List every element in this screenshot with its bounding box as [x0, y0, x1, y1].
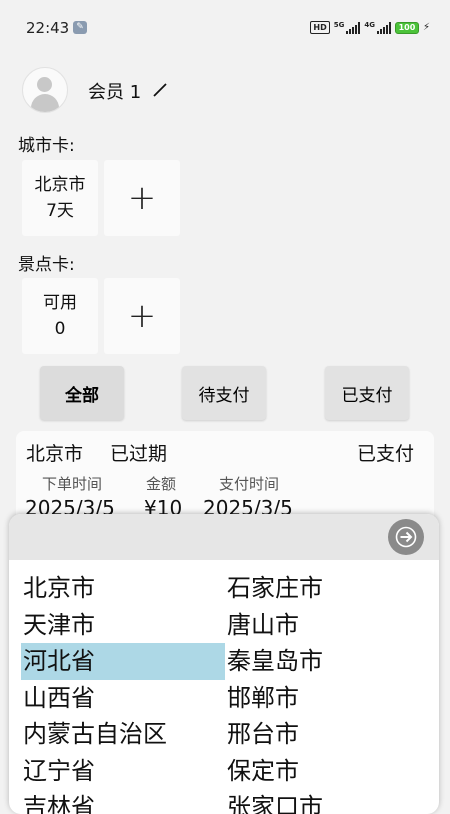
signal-icon	[346, 21, 361, 34]
confirm-arrow-button[interactable]	[388, 519, 424, 555]
member-name: 会员 1	[88, 82, 142, 103]
picker-toolbar	[9, 514, 439, 560]
city-item[interactable]: 邯郸市	[225, 680, 429, 717]
city-list: 石家庄市 唐山市 秦皇岛市 邯郸市 邢台市 保定市 张家口市	[225, 570, 429, 814]
wrench-icon: ✎	[73, 21, 87, 34]
network-4g-label: 4G	[364, 21, 375, 29]
network-5g-label: 5G	[333, 21, 345, 29]
add-spot-card-button[interactable]: +	[104, 278, 180, 354]
spot-card-count: 0	[54, 319, 66, 339]
city-item[interactable]: 张家口市	[225, 789, 429, 814]
province-item[interactable]: 辽宁省	[21, 753, 225, 790]
spot-card-label: 景点卡:	[18, 255, 75, 275]
province-list: 北京市 天津市 河北省 山西省 内蒙古自治区 辽宁省 吉林省	[21, 570, 225, 814]
order-city: 北京市	[26, 443, 84, 465]
status-bar: 22:43 ✎ HD 5G 4G 100 ⚡	[0, 0, 450, 46]
order-paytime-header: 支付时间	[219, 475, 280, 493]
filter-pending-button[interactable]: 待支付	[182, 366, 266, 420]
edit-icon[interactable]	[152, 80, 170, 98]
city-item[interactable]: 邢台市	[225, 716, 429, 753]
order-time-header: 下单时间	[42, 475, 103, 493]
city-item[interactable]: 唐山市	[225, 607, 429, 644]
signal-icon	[376, 21, 391, 34]
filter-paid-button[interactable]: 已支付	[325, 366, 409, 420]
arrow-right-icon	[395, 526, 417, 548]
order-state: 已过期	[110, 443, 168, 465]
hd-icon: HD	[310, 21, 330, 34]
battery-icon: 100	[394, 21, 419, 34]
city-card-days: 7天	[46, 201, 74, 221]
province-item[interactable]: 山西省	[21, 680, 225, 717]
city-item[interactable]: 秦皇岛市	[225, 643, 429, 680]
spot-card-status: 可用	[43, 293, 77, 313]
city-card-tile[interactable]: 北京市 7天	[22, 160, 98, 236]
avatar-head-shape	[37, 77, 52, 92]
charging-icon: ⚡	[422, 22, 430, 33]
province-item[interactable]: 河北省	[21, 643, 225, 680]
avatar-body-shape	[31, 94, 59, 112]
province-item[interactable]: 北京市	[21, 570, 225, 607]
order-amount-header: 金额	[146, 475, 177, 493]
city-item[interactable]: 石家庄市	[225, 570, 429, 607]
city-picker-popup: 北京市 天津市 河北省 山西省 内蒙古自治区 辽宁省 吉林省 石家庄市 唐山市 秦皇岛市 邯郸市邢…	[9, 514, 439, 814]
spot-card-tile[interactable]: 可用 0	[22, 278, 98, 354]
filter-all-button[interactable]: 全部	[40, 366, 124, 420]
order-pay-status: 已支付	[356, 443, 414, 465]
status-icons: HD 5G 4G 100 ⚡	[310, 21, 430, 34]
city-card-city: 北京市	[34, 175, 86, 195]
province-item[interactable]: 天津市	[21, 607, 225, 644]
city-item[interactable]: 保定市	[225, 753, 429, 790]
add-city-card-button[interactable]: +	[104, 160, 180, 236]
province-item[interactable]: 内蒙古自治区	[21, 716, 225, 753]
city-card-label: 城市卡:	[18, 136, 75, 156]
province-item[interactable]: 吉林省	[21, 789, 225, 814]
status-time: 22:43	[26, 19, 70, 37]
avatar[interactable]	[22, 67, 68, 113]
